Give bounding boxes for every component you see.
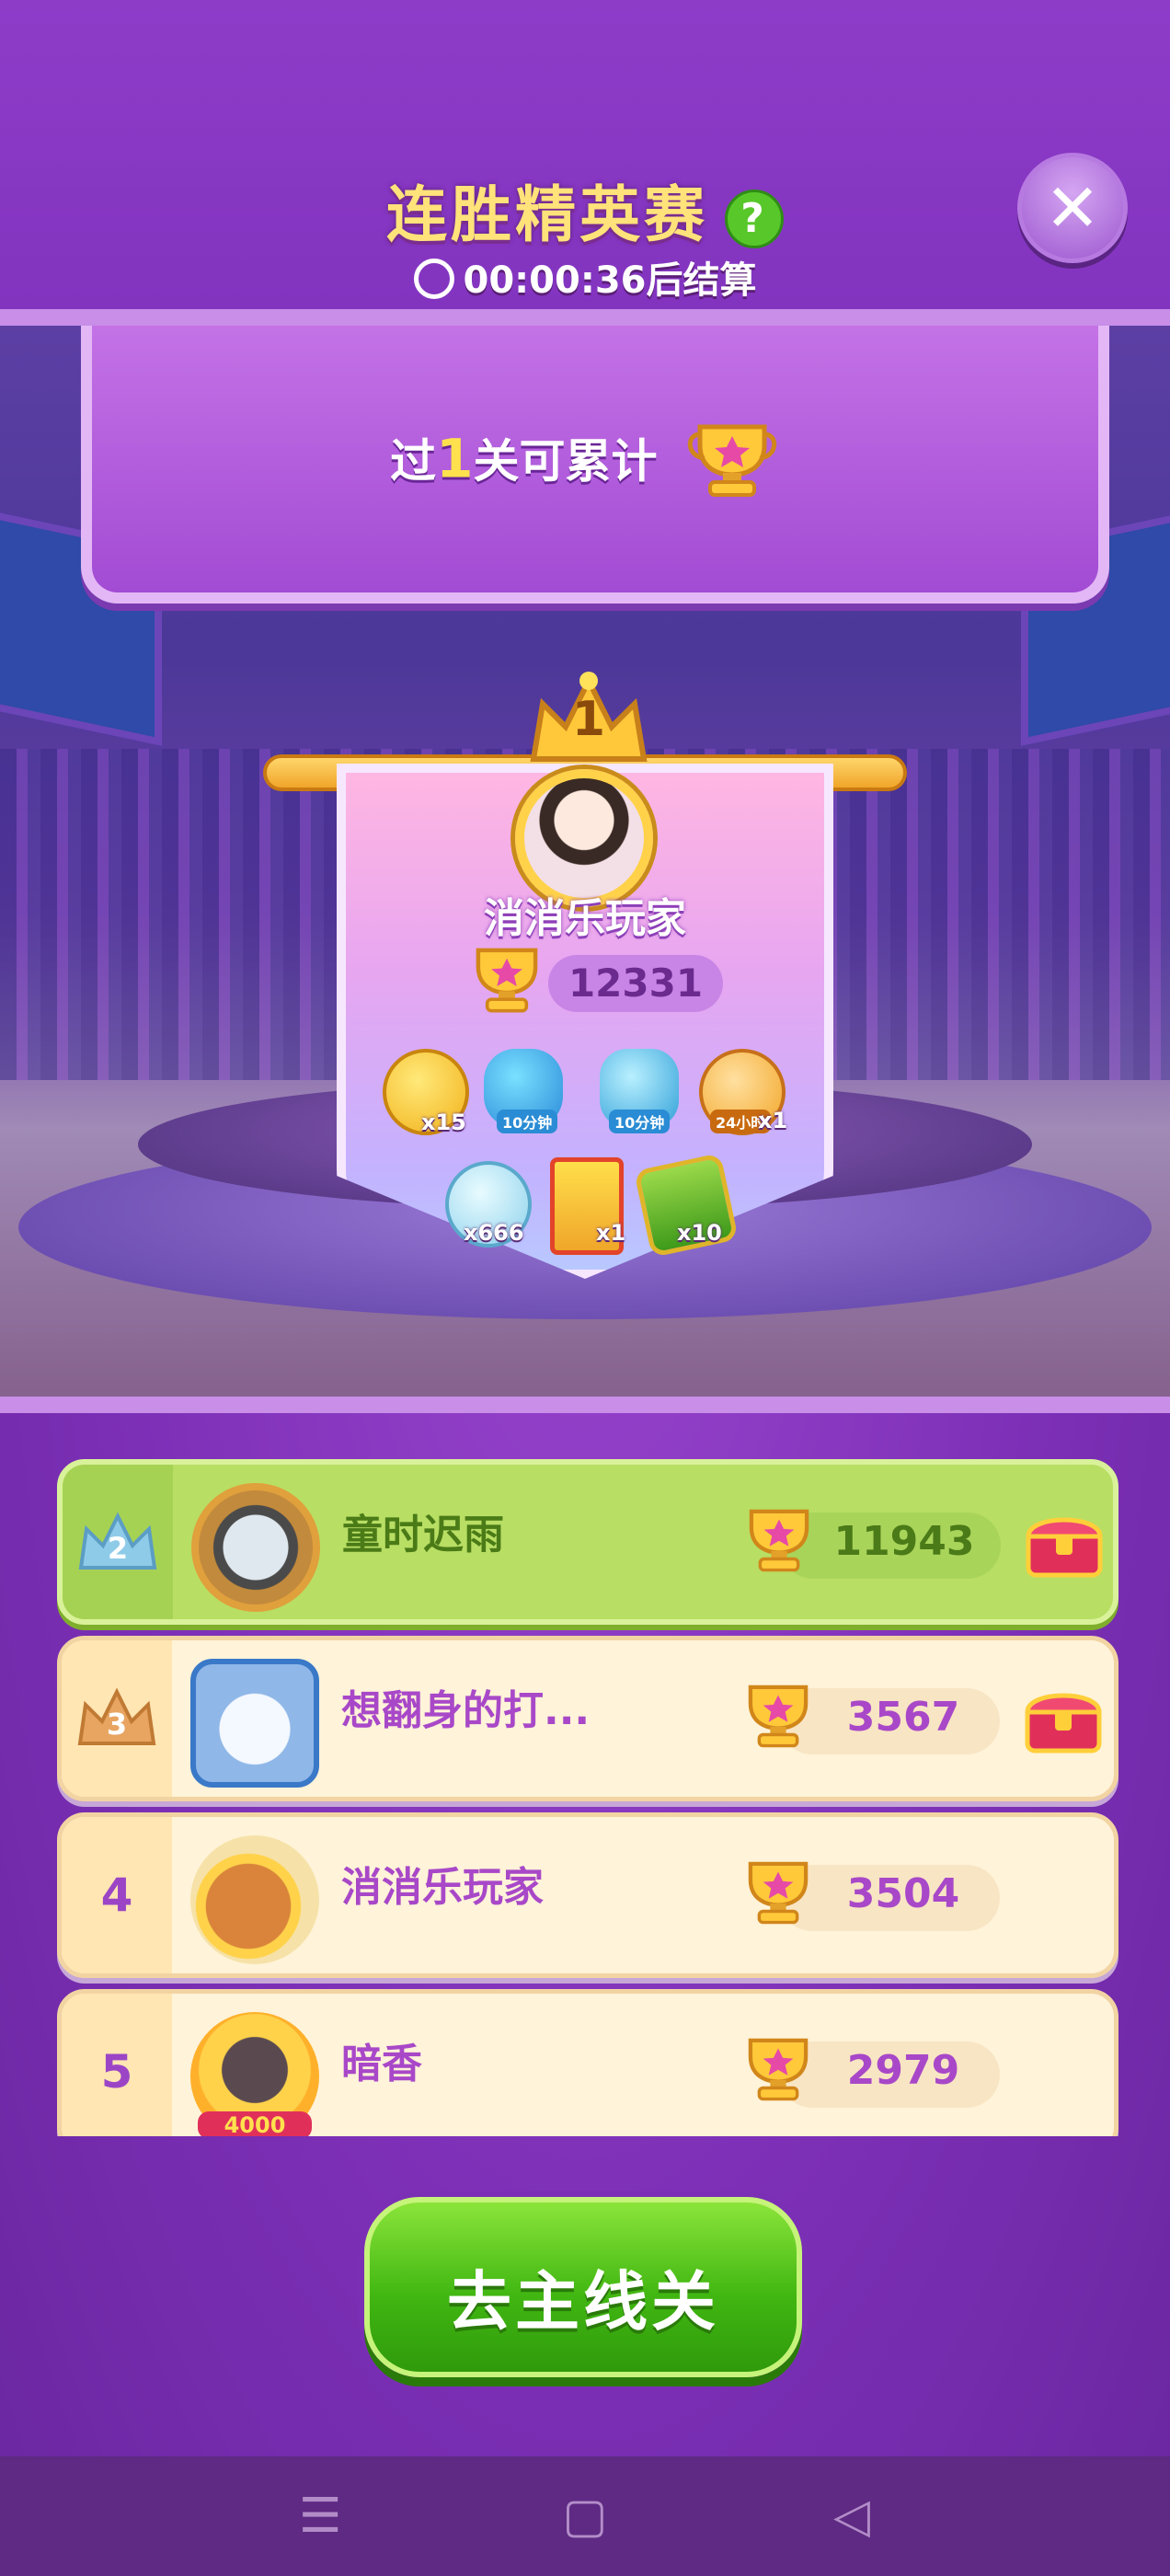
player-name: 消消乐玩家: [341, 1864, 544, 1911]
leaderboard-row[interactable]: 5 4000 暗香 2979: [57, 1989, 1118, 2136]
close-button[interactable]: ✕: [1017, 153, 1128, 263]
player-score: 11943: [833, 1518, 975, 1565]
rank-number: 4: [100, 1869, 133, 1922]
reward-duration: 10分钟: [497, 1110, 558, 1133]
reward-count: x15: [421, 1110, 466, 1135]
champion-score: 12331: [568, 960, 704, 1006]
reward-count: x10: [677, 1220, 722, 1246]
banner-prefix: 过: [390, 434, 437, 489]
player-avatar[interactable]: [190, 1835, 319, 1964]
banner-count: 1: [436, 427, 474, 490]
countdown-timer: 00:00:36后结算: [0, 250, 1170, 304]
trophy-icon: [465, 942, 548, 1019]
treasure-chest-icon[interactable]: [1025, 1507, 1104, 1581]
player-score: 3504: [846, 1870, 960, 1917]
rank-number: 5: [100, 2045, 133, 2099]
trophy-icon: [686, 418, 778, 512]
champion-name: 消消乐玩家: [484, 895, 686, 942]
crown-icon: 2: [75, 1511, 160, 1575]
banner-suffix: 关可累计: [473, 434, 658, 489]
accumulate-banner-text: 过1关可累计: [81, 418, 1087, 512]
go-main-level-label: 去主线关: [447, 2264, 719, 2340]
back-icon[interactable]: ◁: [815, 2484, 889, 2548]
player-score: 3567: [846, 1694, 960, 1741]
rank-number: 3: [106, 1707, 128, 1742]
player-avatar[interactable]: [190, 1659, 319, 1788]
reward-count: x1: [596, 1220, 626, 1246]
champion-rank: 1: [571, 692, 606, 747]
leaderboard-row[interactable]: 4 消消乐玩家 3504: [57, 1812, 1118, 1978]
player-avatar[interactable]: [191, 1483, 320, 1612]
player-score: 2979: [846, 2047, 960, 2094]
crown-icon: 3: [75, 1686, 159, 1751]
leaderboard[interactable]: 2 童时迟雨 11943 3 想翻身的打... 3567 4 消消乐玩家 350…: [57, 1455, 1118, 2136]
help-icon[interactable]: ?: [725, 189, 784, 248]
reward-duration: 10分钟: [609, 1110, 671, 1133]
divider: [0, 309, 1170, 326]
page-title: 连胜精英赛?: [0, 166, 1170, 254]
clock-icon: [413, 259, 454, 299]
leaderboard-row[interactable]: 3 想翻身的打... 3567: [57, 1636, 1118, 1801]
title-text: 连胜精英赛: [386, 179, 708, 250]
rank-number: 2: [107, 1531, 129, 1566]
leaderboard-row[interactable]: 2 童时迟雨 11943: [57, 1459, 1118, 1625]
menu-icon[interactable]: ☰: [283, 2484, 357, 2548]
player-name: 童时迟雨: [342, 1512, 504, 1558]
avatar-badge: 4000: [198, 2111, 312, 2136]
countdown-text: 00:00:36后结算: [463, 259, 757, 302]
reward-count: x1: [758, 1108, 788, 1133]
player-name: 想翻身的打...: [341, 1687, 591, 1734]
home-icon[interactable]: ▢: [548, 2484, 622, 2548]
treasure-chest-icon[interactable]: [1024, 1683, 1103, 1756]
player-name: 暗香: [341, 2041, 422, 2087]
divider: [0, 1397, 1170, 1413]
reward-count: x666: [464, 1220, 524, 1246]
